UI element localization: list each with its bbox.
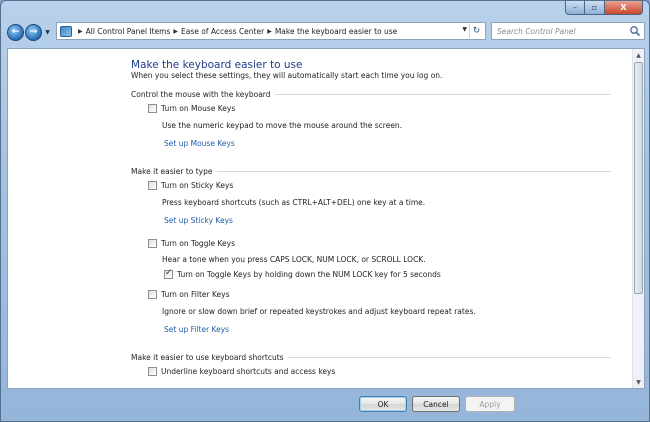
page-title: Make the keyboard easier to use [131,59,303,71]
search-icon[interactable] [629,25,641,37]
back-button[interactable]: ← [7,23,24,41]
navigation-bar: ← → ▼ ▶ All Control Panel Items ▶ Ease o… [7,22,645,42]
breadcrumb-ease-of-access-center[interactable]: Ease of Access Center [181,27,264,36]
address-dropdown-icon[interactable]: ▼ [462,26,467,33]
setup-sticky-keys-link[interactable]: Set up Sticky Keys [164,216,233,225]
close-button[interactable]: X [605,1,643,15]
toggle-keys-checkbox[interactable]: Turn on Toggle Keys [148,239,235,248]
checkbox-label[interactable]: Turn on Mouse Keys [161,104,235,113]
chevron-down-icon: ▼ [45,28,50,36]
sticky-keys-description: Press keyboard shortcuts (such as CTRL+A… [162,198,426,207]
control-panel-icon [60,25,72,37]
scroll-up-icon[interactable]: ▲ [633,49,644,61]
control-panel-window: – ▫ X ← → ▼ ▶ All Control Panel Items ▶ … [0,0,650,422]
chevron-right-icon[interactable]: ▶ [173,28,178,35]
caption-buttons: – ▫ X [565,1,643,15]
divider [274,94,611,95]
checkbox-box[interactable] [148,367,157,376]
toggle-keys-description: Hear a tone when you press CAPS LOCK, NU… [162,255,426,264]
minimize-button[interactable]: – [565,1,585,15]
divider [216,171,611,172]
sticky-keys-checkbox[interactable]: Turn on Sticky Keys [148,181,233,190]
section-shortcuts: Make it easier to use keyboard shortcuts [131,353,611,362]
checkbox-label[interactable]: Turn on Sticky Keys [161,181,233,190]
toggle-keys-hold-checkbox[interactable]: Turn on Toggle Keys by holding down the … [164,268,441,279]
checkbox-label[interactable]: Turn on Toggle Keys [161,239,235,248]
divider [287,357,611,358]
section-label: Make it easier to type [131,167,213,176]
dialog-footer: OK Cancel Apply [1,391,649,421]
checkbox-box[interactable] [148,239,157,248]
checkbox-box[interactable] [148,290,157,299]
address-bar[interactable]: ▶ All Control Panel Items ▶ Ease of Acce… [56,22,486,40]
apply-button[interactable]: Apply [465,396,515,412]
setup-mouse-keys-link[interactable]: Set up Mouse Keys [164,139,235,148]
refresh-icon[interactable]: ↻ [469,24,483,38]
page-description: When you select these settings, they wil… [131,71,443,80]
filter-keys-checkbox[interactable]: Turn on Filter Keys [148,290,229,299]
forward-arrow-icon: → [29,27,38,37]
content-pane: Make the keyboard easier to use When you… [7,48,645,389]
section-label: Make it easier to use keyboard shortcuts [131,353,284,362]
checkbox-label[interactable]: Turn on Toggle Keys by holding down the … [177,270,441,279]
section-label: Control the mouse with the keyboard [131,90,271,99]
breadcrumb-all-control-panel-items[interactable]: All Control Panel Items [86,27,171,36]
vertical-scrollbar[interactable]: ▲ ▼ [632,49,644,388]
checkbox-box[interactable] [148,181,157,190]
checkbox-box-checked[interactable] [164,268,173,279]
scrollbar-thumb[interactable] [634,62,643,294]
breadcrumb-keyboard-easier[interactable]: Make the keyboard easier to use [275,27,397,36]
chevron-right-icon[interactable]: ▶ [267,28,272,35]
checkbox-label[interactable]: Turn on Filter Keys [161,290,229,299]
back-arrow-icon: ← [11,27,20,37]
cancel-button[interactable]: Cancel [412,396,460,412]
ok-button[interactable]: OK [359,396,407,412]
section-typing: Make it easier to type [131,167,611,176]
setup-filter-keys-link[interactable]: Set up Filter Keys [164,325,229,334]
search-box[interactable]: Search Control Panel [491,22,645,40]
recent-pages-dropdown[interactable]: ▼ [43,26,52,38]
mouse-keys-description: Use the numeric keypad to move the mouse… [162,121,403,130]
chevron-right-icon[interactable]: ▶ [78,28,83,35]
section-mouse: Control the mouse with the keyboard [131,90,611,99]
checkbox-label[interactable]: Underline keyboard shortcuts and access … [161,367,335,376]
filter-keys-description: Ignore or slow down brief or repeated ke… [162,307,476,316]
forward-button[interactable]: → [25,23,42,41]
search-placeholder: Search Control Panel [497,26,576,36]
checkbox-box[interactable] [148,104,157,113]
scroll-down-icon[interactable]: ▼ [633,376,644,388]
mouse-keys-checkbox[interactable]: Turn on Mouse Keys [148,104,235,113]
maximize-button[interactable]: ▫ [585,1,605,15]
underline-shortcuts-checkbox[interactable]: Underline keyboard shortcuts and access … [148,367,335,376]
